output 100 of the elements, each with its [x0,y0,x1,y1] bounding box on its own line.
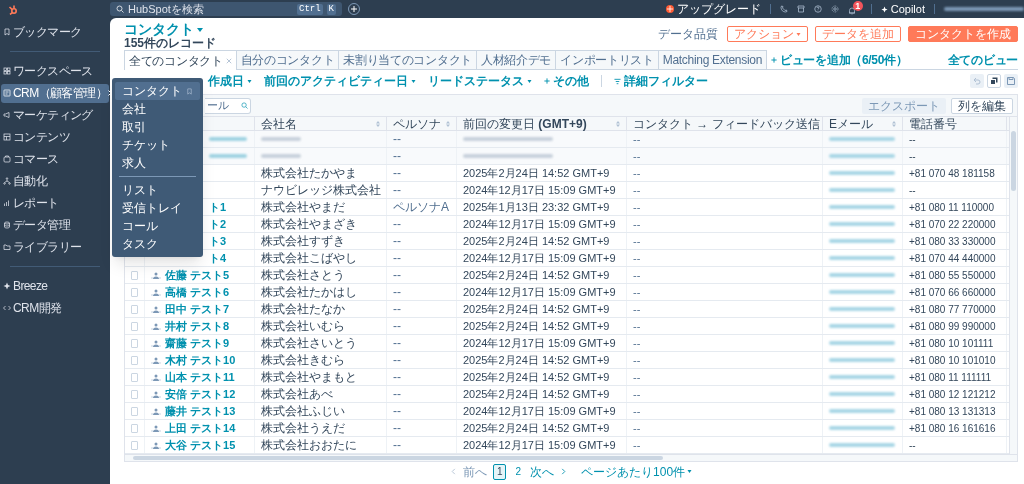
column-header[interactable]: 会社名 [261,117,297,130]
sidebar-item[interactable]: CRM（顧客管理） [1,83,109,103]
menu-item[interactable]: コンタクト [115,82,200,100]
chevron-right-icon[interactable] [560,468,568,475]
checkbox[interactable] [131,440,138,450]
contact-name-link[interactable]: 井村 テスト8 [165,317,230,335]
contact-name-link[interactable]: ト4 [209,249,227,267]
action-button[interactable]: データを追加 [815,26,901,42]
contact-name-link[interactable]: ト3 [209,232,227,250]
checkbox[interactable] [131,423,138,433]
all-views-link[interactable]: 全てのビュー [947,50,1018,69]
phone-icon[interactable] [779,5,788,13]
notifications-button[interactable]: 1 [847,3,862,15]
column-header[interactable]: 電話番号 [909,117,957,130]
sort-icon[interactable] [892,120,896,127]
view-tab[interactable]: インポートリスト [555,50,659,69]
sort-icon[interactable] [446,120,450,127]
checkbox[interactable] [131,287,138,297]
scrollbar-thumb[interactable] [1011,131,1016,191]
caret-icon[interactable] [197,27,203,32]
scrollbar[interactable] [1009,117,1017,454]
filter-button[interactable]: 作成日 [208,72,252,90]
sidebar-item[interactable]: 自動化 [1,171,109,191]
menu-item[interactable]: タスク [115,235,200,253]
checkbox[interactable] [131,321,138,331]
column-header[interactable]: Eメール [829,117,873,130]
menu-item[interactable]: 取引 [115,118,200,136]
sort-icon[interactable] [616,120,620,127]
sidebar-item[interactable]: コンテンツ [1,127,109,147]
page-title[interactable]: コンタクト [124,22,194,37]
checkbox[interactable] [131,406,138,416]
next-page-button[interactable]: 次へ [530,465,555,478]
contact-name-link[interactable]: 上田 テスト14 [165,419,236,437]
contact-name-link[interactable]: 山本 テスト11 [165,368,235,386]
table-action-button[interactable]: 列を編集 [951,97,1013,114]
checkbox[interactable] [131,389,138,399]
contact-name-link[interactable]: 齋藤 テスト9 [165,334,230,352]
filter-button[interactable]: その他 [544,72,589,90]
store-icon[interactable] [796,5,805,13]
checkbox[interactable] [131,355,138,365]
sort-icon[interactable] [376,120,380,127]
filter-button[interactable]: リードステータス [428,72,532,90]
sidebar-item[interactable]: Breeze [1,276,109,296]
contact-name-link[interactable]: 藤井 テスト13 [165,402,236,420]
add-button[interactable] [348,3,360,15]
sidebar-item[interactable]: レポート [1,193,109,213]
view-tab[interactable]: 未割り当てのコンタクト [338,50,477,69]
bookmark-icon[interactable] [186,87,193,95]
close-icon[interactable] [225,57,232,64]
contact-name-link[interactable]: 佐藤 テスト5 [165,266,230,284]
contact-name-link[interactable]: 木村 テスト10 [165,351,236,369]
sidebar-item[interactable]: ブックマーク [1,22,109,42]
filter-button[interactable]: 詳細フィルター [614,72,708,90]
data-quality-link[interactable]: データ品質 [658,25,718,43]
sidebar-item[interactable]: CRM開発 [1,298,109,318]
view-tab[interactable]: 自分のコンタクト [235,50,340,69]
column-header[interactable]: コンタクト → フィードバック送信 [633,117,820,130]
sidebar-item[interactable]: データ管理 [1,215,109,235]
menu-item[interactable]: コール [115,217,200,235]
contact-name-link[interactable]: 安倍 テスト12 [165,385,236,403]
page-button[interactable]: 1 [492,463,507,480]
copy-button[interactable] [987,74,1001,88]
help-icon[interactable] [813,5,822,13]
add-view-button[interactable]: ビューを追加（6/50件） [771,50,908,69]
menu-item[interactable]: 求人 [115,154,200,172]
checkbox[interactable] [131,270,138,280]
sidebar-item[interactable]: ライブラリー [1,237,109,257]
settings-icon[interactable] [830,5,839,13]
checkbox[interactable] [131,304,138,314]
search-field[interactable]: HubSpotを検索 Ctrl K [110,2,342,16]
scrollbar[interactable] [124,455,1018,462]
filter-button[interactable]: 前回のアクティビティー日 [264,72,416,90]
previous-page-button[interactable]: 前へ [462,465,487,478]
sidebar-item[interactable]: マーケティング [1,105,109,125]
view-tab[interactable]: 人材紹介デモ [475,50,557,69]
menu-item[interactable]: チケット [115,136,200,154]
contact-name-link[interactable]: ト2 [209,215,227,233]
menu-item[interactable]: 会社 [115,100,200,118]
page-button[interactable]: 2 [512,464,525,479]
menu-item[interactable]: 受信トレイ [115,199,200,217]
upgrade-button[interactable]: アップグレード [665,3,761,15]
logo-icon[interactable] [8,3,18,15]
sidebar-item[interactable]: ワークスペース [1,61,109,81]
column-header[interactable]: ペルソナ [393,117,441,130]
view-tab[interactable]: 全てのコンタクト [124,50,237,70]
contact-name-link[interactable]: ト1 [209,198,227,216]
copilot-button[interactable]: Copilot [880,3,925,15]
contact-name-link[interactable]: 大谷 テスト15 [165,436,236,454]
checkbox[interactable] [131,338,138,348]
sidebar-item[interactable]: コマース [1,149,109,169]
chevron-left-icon[interactable] [449,468,457,475]
checkbox[interactable] [131,372,138,382]
contact-name-link[interactable]: 田中 テスト7 [165,300,230,318]
contact-name-link[interactable]: 高橋 テスト6 [165,283,230,301]
view-tab[interactable]: Matching Extension [657,50,768,69]
account-name-blurred[interactable] [944,7,1024,11]
menu-item[interactable]: リスト [115,181,200,199]
search-field[interactable]: ール [205,97,251,114]
column-header[interactable]: 前回の変更日 (GMT+9) [463,117,587,130]
page-size-dropdown[interactable]: ページあたり100件 [581,465,693,478]
